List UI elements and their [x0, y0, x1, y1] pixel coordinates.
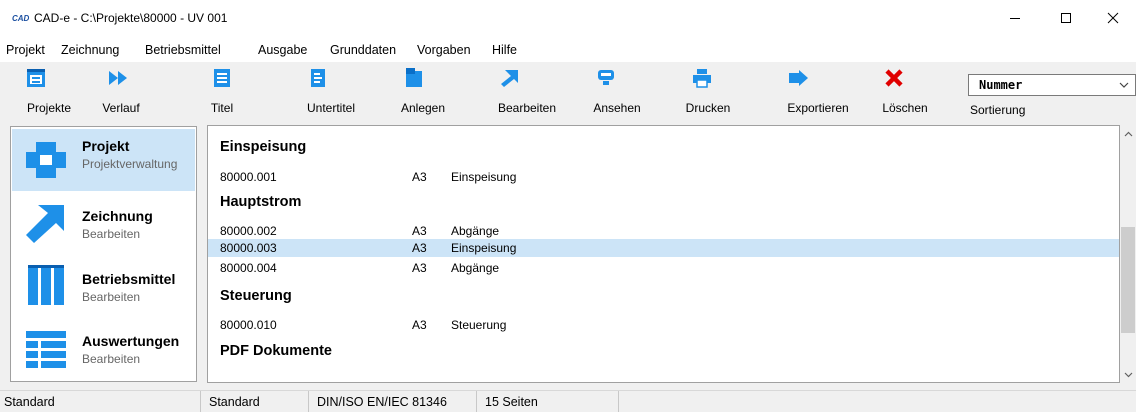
window-title: CAD-e - C:\Projekte\80000 - UV 001: [34, 11, 228, 25]
list-item-selected[interactable]: 80000.003 A3 Einspeisung: [208, 239, 1119, 257]
drawing-format: A3: [412, 261, 427, 275]
create-icon: [406, 68, 422, 87]
drawing-format: A3: [412, 241, 427, 255]
scroll-thumb[interactable]: [1121, 227, 1135, 333]
group-header-hauptstrom: Hauptstrom: [220, 194, 302, 210]
toolbar: Projekte Verlauf Titel Untertitel Anlege…: [0, 62, 1136, 122]
group-header-pdf-dokumente: PDF Dokumente: [220, 343, 332, 359]
reports-icon: [26, 331, 66, 368]
sort-selected-value: Nummer: [979, 78, 1023, 92]
nav-item-betriebsmittel[interactable]: Betriebsmittel Bearbeiten: [12, 255, 195, 317]
drawing-format: A3: [412, 170, 427, 184]
drawing-description: Abgänge: [451, 261, 500, 275]
status-bar: Standard Standard DIN/ISO EN/IEC 81346 1…: [0, 390, 1136, 412]
list-item[interactable]: 80000.002 A3 Abgänge: [208, 222, 1119, 240]
minimize-icon: [1010, 18, 1020, 19]
history-label: Verlauf: [102, 101, 140, 115]
nav-subtitle-projekt: Projektverwaltung: [82, 157, 178, 171]
status-user-profile: Standard: [0, 391, 201, 412]
subtitle-page-label: Untertitel: [306, 101, 356, 115]
project-icon: [26, 142, 66, 178]
nav-title-zeichnung: Zeichnung: [82, 208, 153, 224]
status-page-count: 15 Seiten: [477, 391, 619, 412]
menu-grunddaten[interactable]: Grunddaten: [330, 43, 396, 57]
nav-title-auswertungen: Auswertungen: [82, 333, 180, 349]
group-header-steuerung: Steuerung: [220, 288, 292, 304]
chevron-down-icon: [1117, 76, 1131, 94]
menu-vorgaben[interactable]: Vorgaben: [417, 43, 471, 57]
edit-label: Bearbeiten: [497, 101, 557, 115]
nav-subtitle-zeichnung: Bearbeiten: [82, 227, 141, 241]
export-label: Exportieren: [787, 101, 849, 115]
nav-item-auswertungen[interactable]: Auswertungen Bearbeiten: [12, 317, 195, 379]
equipment-icon: [28, 265, 64, 305]
drawing-number: 80000.002: [220, 224, 277, 238]
drawing-number: 80000.004: [220, 261, 277, 275]
menu-projekt[interactable]: Projekt: [6, 43, 45, 57]
nav-item-zeichnung[interactable]: Zeichnung Bearbeiten: [12, 193, 195, 255]
drawing-description: Einspeisung: [451, 241, 517, 255]
print-label: Drucken: [685, 101, 731, 115]
navigation-panel: Projekt Projektverwaltung Zeichnung Bear…: [10, 126, 197, 382]
history-icon: [109, 71, 127, 85]
scroll-up-button[interactable]: [1120, 125, 1136, 142]
drawing-description: Einspeisung: [451, 170, 517, 184]
title-page-icon: [214, 69, 230, 87]
chevron-down-icon: [1124, 372, 1132, 377]
drawing-icon: [26, 205, 64, 243]
create-label: Anlegen: [400, 101, 446, 115]
menu-zeichnung[interactable]: Zeichnung: [61, 43, 119, 57]
view-label: Ansehen: [593, 101, 641, 115]
close-icon: [1107, 12, 1119, 24]
menu-bar: Projekt Zeichnung Betriebsmittel Ausgabe…: [0, 38, 1136, 62]
drawing-description: Steuerung: [451, 318, 507, 332]
sort-select[interactable]: Nummer: [968, 74, 1136, 96]
maximize-icon: [1061, 13, 1071, 23]
projects-label: Projekte: [26, 101, 72, 115]
nav-item-projekt[interactable]: Projekt Projektverwaltung: [12, 129, 195, 191]
subtitle-page-icon: [311, 69, 325, 87]
chevron-up-icon: [1124, 131, 1132, 136]
title-page-label: Titel: [210, 101, 234, 115]
export-icon: [789, 70, 808, 86]
status-template: Standard: [201, 391, 309, 412]
nav-title-projekt: Projekt: [82, 138, 130, 154]
drawing-format: A3: [412, 318, 427, 332]
edit-icon: [501, 70, 518, 87]
drawing-description: Abgänge: [451, 224, 500, 238]
print-icon: [693, 69, 711, 88]
view-icon: [598, 70, 614, 85]
scroll-down-button[interactable]: [1120, 366, 1136, 383]
status-standard: DIN/ISO EN/IEC 81346: [309, 391, 477, 412]
menu-hilfe[interactable]: Hilfe: [492, 43, 517, 57]
projects-icon: [27, 69, 45, 87]
sort-label: Sortierung: [970, 103, 1026, 117]
nav-subtitle-betriebsmittel: Bearbeiten: [82, 290, 141, 304]
group-header-einspeisung: Einspeisung: [220, 139, 307, 155]
maximize-button[interactable]: [1043, 0, 1089, 36]
drawing-number: 80000.010: [220, 318, 277, 332]
nav-subtitle-auswertungen: Bearbeiten: [82, 352, 141, 366]
drawing-list: Einspeisung 80000.001 A3 Einspeisung Hau…: [207, 125, 1120, 383]
drawing-number: 80000.001: [220, 170, 277, 184]
list-item[interactable]: 80000.001 A3 Einspeisung: [208, 168, 1119, 186]
delete-label: Löschen: [882, 101, 928, 115]
close-button[interactable]: [1090, 0, 1136, 36]
list-item[interactable]: 80000.004 A3 Abgänge: [208, 259, 1119, 277]
drawing-number: 80000.003: [220, 241, 277, 255]
minimize-button[interactable]: [992, 0, 1038, 36]
title-bar: CAD CAD-e - C:\Projekte\80000 - UV 001: [0, 0, 1136, 38]
app-logo: CAD: [12, 14, 30, 23]
nav-title-betriebsmittel: Betriebsmittel: [82, 271, 176, 287]
delete-icon: [885, 69, 903, 87]
list-item[interactable]: 80000.010 A3 Steuerung: [208, 316, 1119, 334]
vertical-scrollbar[interactable]: [1120, 125, 1136, 383]
drawing-format: A3: [412, 224, 427, 238]
menu-ausgabe[interactable]: Ausgabe: [258, 43, 307, 57]
menu-betriebsmittel[interactable]: Betriebsmittel: [145, 43, 221, 57]
